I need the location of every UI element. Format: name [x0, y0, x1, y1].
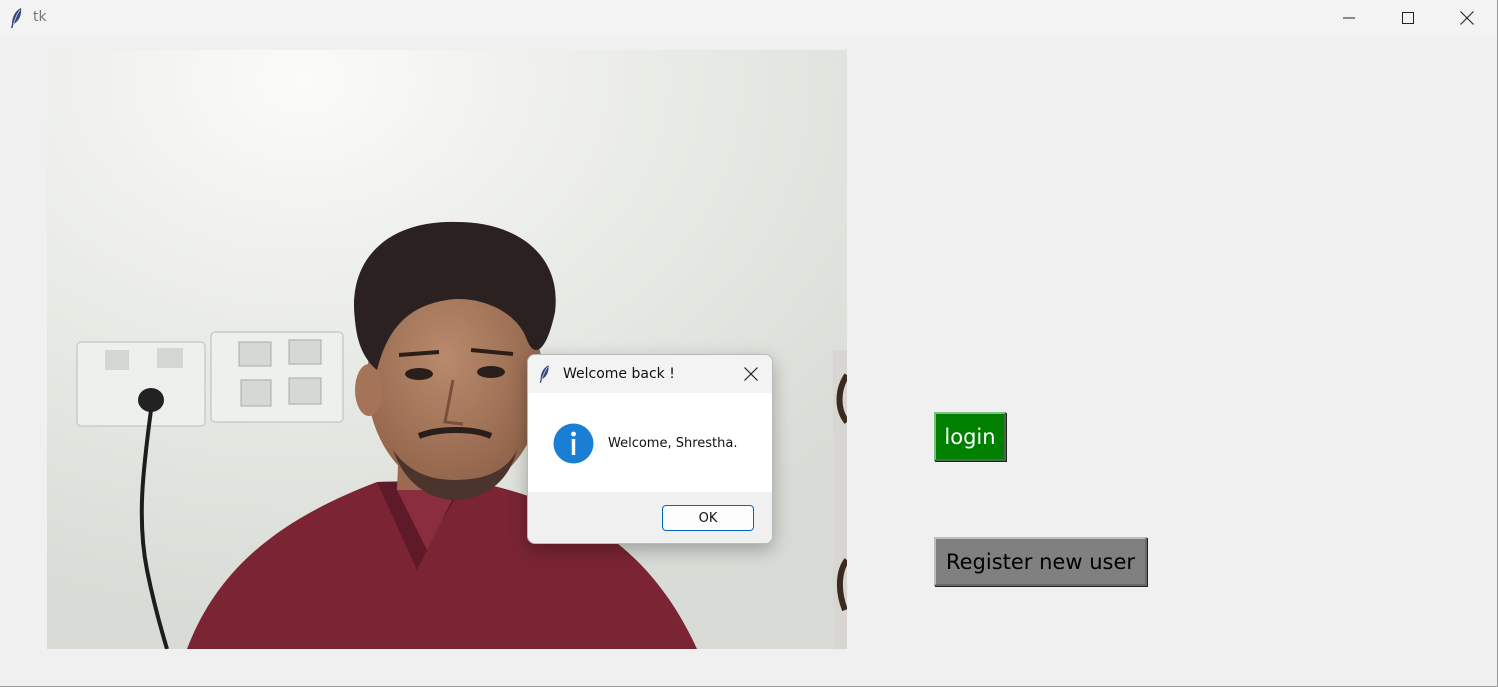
dialog-message: Welcome, Shrestha.	[608, 436, 738, 451]
dialog-title: Welcome back !	[563, 366, 675, 382]
dialog-body: Welcome, Shrestha.	[528, 393, 772, 492]
feather-icon	[539, 365, 549, 383]
feather-icon	[11, 8, 22, 28]
close-button[interactable]	[1438, 0, 1496, 36]
window-title: tk	[33, 9, 47, 25]
close-icon	[744, 367, 758, 381]
title-bar[interactable]: tk	[0, 0, 1497, 36]
welcome-dialog: Welcome back ! Welcome, Shrestha. OK	[527, 354, 773, 544]
maximize-icon	[1402, 12, 1414, 24]
login-button[interactable]: login	[934, 412, 1006, 461]
info-icon	[553, 423, 594, 464]
minimize-icon	[1343, 17, 1355, 19]
ok-button[interactable]: OK	[662, 505, 754, 531]
dialog-footer: OK	[528, 492, 772, 543]
webcam-feed	[47, 50, 847, 649]
maximize-button[interactable]	[1379, 0, 1437, 36]
dialog-title-bar[interactable]: Welcome back !	[528, 355, 772, 393]
minimize-button[interactable]	[1320, 0, 1378, 36]
webcam-image	[47, 50, 847, 649]
close-icon	[1460, 11, 1474, 25]
dialog-close-button[interactable]	[736, 363, 766, 385]
main-window: tk login Register new user Welcome back …	[0, 0, 1498, 687]
register-new-user-button[interactable]: Register new user	[934, 537, 1147, 586]
